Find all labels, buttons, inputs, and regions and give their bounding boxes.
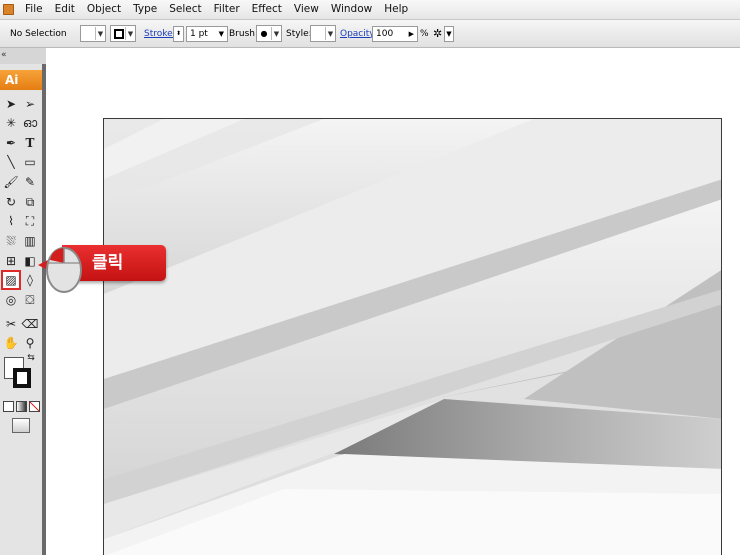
fill-swatch xyxy=(81,27,96,40)
scale-tool-icon[interactable]: ⧉ xyxy=(22,194,38,210)
eraser-tool-icon[interactable]: ⌫ xyxy=(22,316,39,332)
menu-type[interactable]: Type xyxy=(127,0,163,19)
menu-view[interactable]: View xyxy=(288,0,325,19)
control-bar: No Selection ▼ ▼ Stroke: ⬍ 1 pt ▼ Brush:… xyxy=(0,20,740,48)
artboard xyxy=(103,118,722,555)
gradient-mode-button[interactable] xyxy=(16,401,27,412)
color-mode-button[interactable] xyxy=(3,401,14,412)
menu-effect[interactable]: Effect xyxy=(246,0,288,19)
mesh-tool-icon[interactable]: ⊞ xyxy=(3,253,19,269)
chevron-down-icon: ▼ xyxy=(218,29,224,38)
stroke-color-dropdown[interactable]: ▼ xyxy=(110,25,136,42)
line-tool-icon[interactable]: ╲ xyxy=(3,154,19,170)
direct-selection-tool-icon[interactable]: ➢ xyxy=(22,96,38,112)
recolor-icon[interactable]: ✲ xyxy=(433,27,442,40)
paintbrush-tool-icon[interactable]: 🖌 xyxy=(3,174,19,190)
menu-select[interactable]: Select xyxy=(163,0,207,19)
menu-window[interactable]: Window xyxy=(325,0,378,19)
chevron-right-icon: ▶ xyxy=(408,29,414,38)
selection-tool-icon[interactable]: ➤ xyxy=(3,96,19,112)
menu-bar: File Edit Object Type Select Filter Effe… xyxy=(0,0,740,20)
brush-dropdown[interactable]: ● ▼ xyxy=(256,25,282,42)
none-mode-button[interactable] xyxy=(29,401,40,412)
mouse-icon xyxy=(46,247,82,293)
free-transform-tool-icon[interactable]: ⛶ xyxy=(22,213,38,229)
style-dropdown[interactable]: ▼ xyxy=(310,25,336,42)
opacity-field[interactable]: 100 ▶ xyxy=(372,25,418,42)
opacity-unit: % xyxy=(420,28,429,39)
gradient-tool-icon[interactable]: ▨ xyxy=(1,270,21,290)
screen-mode-button[interactable] xyxy=(12,418,30,433)
blend-tool-icon[interactable]: ◎ xyxy=(3,292,19,308)
menu-object[interactable]: Object xyxy=(81,0,127,19)
swap-colors-icon[interactable]: ⇆ xyxy=(26,353,36,363)
brush-label: Brush: xyxy=(229,28,259,39)
stroke-weight-field[interactable]: 1 pt ▼ xyxy=(186,25,228,42)
stroke-stepper[interactable]: ⬍ xyxy=(173,25,184,42)
selection-status: No Selection xyxy=(10,28,67,39)
artwork-stripes xyxy=(104,119,721,555)
chevron-down-icon: ▼ xyxy=(273,29,280,38)
chevron-down-icon: ▼ xyxy=(97,29,104,38)
stroke-swatch xyxy=(111,27,126,40)
magic-wand-tool-icon[interactable]: ✳ xyxy=(3,115,19,131)
tools-panel: Ai ➤ ➢ ✳ ഓ ✒ T ╲ ▭ 🖌 ✎ ↻ ⧉ ⌇ ⛶ ⛆ ▥ ⊞ ◧ ▨… xyxy=(0,64,43,555)
hand-tool-icon[interactable]: ✋ xyxy=(3,335,19,351)
chevron-down-icon[interactable]: ▼ xyxy=(444,25,454,42)
fill-color-dropdown[interactable]: ▼ xyxy=(80,25,106,42)
lasso-tool-icon[interactable]: ഓ xyxy=(22,115,38,131)
stroke-weight-value: 1 pt xyxy=(190,28,208,39)
app-icon xyxy=(3,4,14,15)
callout-label: 클릭 xyxy=(92,253,124,273)
panel-collapse-button[interactable]: « xyxy=(0,48,46,64)
type-tool-icon[interactable]: T xyxy=(22,135,38,151)
menu-help[interactable]: Help xyxy=(378,0,414,19)
opacity-value: 100 xyxy=(376,28,394,39)
slice-tool-icon[interactable]: ✂ xyxy=(3,316,19,332)
warp-tool-icon[interactable]: ⌇ xyxy=(3,213,19,229)
gradient-swatch-tool-icon[interactable]: ◧ xyxy=(22,253,38,269)
chevron-down-icon: ▼ xyxy=(327,29,334,38)
chevron-down-icon: ▼ xyxy=(127,29,134,38)
zoom-tool-icon[interactable]: ⚲ xyxy=(22,335,38,351)
pencil-tool-icon[interactable]: ✎ xyxy=(22,174,38,190)
stroke-link[interactable]: Stroke: xyxy=(144,29,176,39)
menu-edit[interactable]: Edit xyxy=(49,0,81,19)
column-graph-tool-icon[interactable]: ▥ xyxy=(22,233,38,249)
menu-filter[interactable]: Filter xyxy=(208,0,246,19)
symbol-sprayer-tool-icon[interactable]: ⛆ xyxy=(3,233,19,249)
menu-file[interactable]: File xyxy=(19,0,49,19)
rectangle-tool-icon[interactable]: ▭ xyxy=(22,154,38,170)
app-badge: Ai xyxy=(0,70,42,90)
style-swatch xyxy=(311,27,326,40)
stroke-color-swatch[interactable] xyxy=(13,368,31,388)
pen-tool-icon[interactable]: ✒ xyxy=(3,135,19,151)
brush-dot-icon: ● xyxy=(257,27,272,40)
eyedropper-tool-icon[interactable]: ◊ xyxy=(22,272,38,288)
style-label: Style: xyxy=(286,28,312,39)
rotate-tool-icon[interactable]: ↻ xyxy=(3,194,19,210)
panel-divider xyxy=(42,64,46,555)
live-paint-tool-icon[interactable]: ⛋ xyxy=(22,292,38,308)
